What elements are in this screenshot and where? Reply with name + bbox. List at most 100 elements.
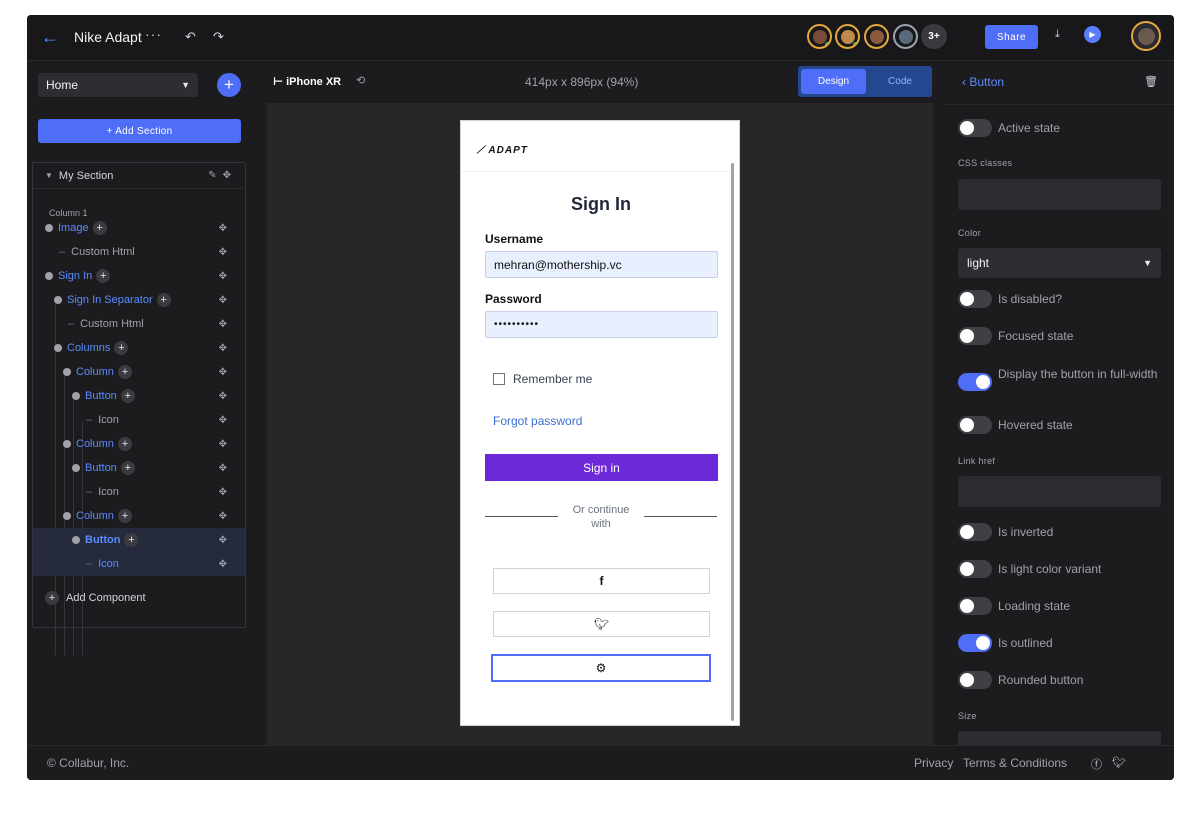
collaborator-count-badge[interactable]: 3+ [921,24,947,49]
tree-item-column[interactable]: Column + ✥ [33,504,245,528]
add-child-icon[interactable]: + [124,533,139,547]
hovered-state-toggle[interactable]: Hovered state [958,416,1073,434]
tree-item-sign-in-separator[interactable]: Sign In Separator + ✥ [33,288,245,312]
add-child-icon[interactable]: + [117,365,132,379]
play-icon[interactable]: ▶ [1084,26,1101,43]
tree-item-button-selected[interactable]: Button + ✥ [33,528,245,552]
toggle-switch[interactable] [958,416,992,434]
remember-checkbox[interactable] [493,373,505,385]
tree-item-icon-selected[interactable]: – Icon ✥ [33,552,245,576]
toggle-switch[interactable] [958,597,992,615]
add-section-button[interactable]: + Add Section [38,119,241,143]
add-child-icon[interactable]: + [96,269,111,283]
is-light-toggle[interactable]: Is light color variant [958,560,1101,578]
move-icon[interactable]: ✥ [219,295,227,306]
project-name[interactable]: Nike Adapt [74,29,142,45]
move-icon[interactable]: ✥ [219,439,227,450]
move-icon[interactable]: ✥ [219,559,227,570]
focused-state-toggle[interactable]: Focused state [958,327,1073,345]
remember-me[interactable]: Remember me [493,372,592,386]
user-avatar[interactable] [1131,21,1161,51]
move-icon[interactable]: ✥ [219,511,227,522]
tree-item-icon[interactable]: – Icon ✥ [33,480,245,504]
privacy-link[interactable]: Privacy [914,756,953,770]
tree-item-column[interactable]: Column + ✥ [33,360,245,384]
tree-item-custom-html[interactable]: – Custom Html ✥ [33,312,245,336]
tree-item-custom-html[interactable]: – Custom Html ✥ [33,240,245,264]
add-child-icon[interactable]: + [117,437,132,451]
tree-item-button[interactable]: Button + ✥ [33,384,245,408]
add-child-icon[interactable]: + [92,221,107,235]
tree-item-sign-in[interactable]: Sign In + ✥ [33,264,245,288]
back-to-parent[interactable]: ‹ Button [962,75,1004,89]
username-input[interactable]: mehran@mothership.vc [485,251,718,278]
tree-item-column[interactable]: Column + ✥ [33,432,245,456]
add-child-icon[interactable]: + [117,509,132,523]
active-state-toggle[interactable]: Active state [958,119,1060,137]
rotate-icon[interactable]: ⟲ [356,74,365,87]
edit-move-icons[interactable]: ✎✥ [208,170,237,181]
add-child-icon[interactable]: + [114,341,129,355]
is-inverted-toggle[interactable]: Is inverted [958,523,1053,541]
add-child-icon[interactable]: + [156,293,171,307]
is-disabled-toggle[interactable]: Is disabled? [958,290,1062,308]
forgot-password-link[interactable]: Forgot password [493,414,582,428]
signin-button[interactable]: Sign in [485,454,718,481]
move-icon[interactable]: ✥ [219,535,227,546]
toggle-switch[interactable] [958,119,992,137]
move-icon[interactable]: ✥ [219,223,227,234]
toggle-switch[interactable] [958,373,992,391]
ellipsis-icon[interactable]: ··· [145,26,162,42]
loading-state-toggle[interactable]: Loading state [958,597,1070,615]
link-href-input[interactable] [958,476,1161,507]
toggle-switch[interactable] [958,523,992,541]
tree-item-image[interactable]: Image + ✥ [33,216,245,240]
undo-icon[interactable]: ↶ [185,29,196,45]
trash-icon[interactable]: 🗑︎ [1144,75,1158,88]
move-icon[interactable]: ✥ [219,487,227,498]
facebook-button[interactable]: f [493,568,710,594]
tree-item-columns[interactable]: Columns + ✥ [33,336,245,360]
collaborator-avatar[interactable] [835,24,860,49]
share-button[interactable]: Share [985,25,1038,49]
toggle-switch[interactable] [958,671,992,689]
github-button[interactable]: ⚙︎ [491,654,711,682]
page-select[interactable]: Home ▼ [38,73,198,97]
toggle-switch[interactable] [958,290,992,308]
move-icon[interactable]: ✥ [219,343,227,354]
password-input[interactable]: •••••••••• [485,311,718,338]
move-icon[interactable]: ✥ [219,367,227,378]
size-select[interactable] [958,731,1161,745]
twitter-icon[interactable]: 🐦︎ [1112,756,1126,769]
tree-item-icon[interactable]: – Icon ✥ [33,408,245,432]
caret-down-icon[interactable]: ▼ [45,171,53,180]
color-select[interactable]: light ▼ [958,248,1161,278]
add-child-icon[interactable]: + [120,389,135,403]
move-icon[interactable]: ✥ [219,463,227,474]
move-icon[interactable]: ✥ [219,415,227,426]
full-width-toggle[interactable]: Display the button in full-width [958,365,1158,391]
toggle-switch[interactable] [958,634,992,652]
collaborator-avatar[interactable] [807,24,832,49]
move-icon[interactable]: ✥ [219,319,227,330]
collaborator-avatar[interactable] [893,24,918,49]
terms-link[interactable]: Terms & Conditions [963,756,1067,770]
add-child-icon[interactable]: + [120,461,135,475]
css-classes-input[interactable] [958,179,1161,210]
move-icon[interactable]: ✥ [219,247,227,258]
twitter-button[interactable]: 🐦︎ [493,611,710,637]
tab-design[interactable]: Design [801,69,866,94]
section-header[interactable]: ▼ My Section ✎✥ [33,163,245,189]
is-outlined-toggle[interactable]: Is outlined [958,634,1053,652]
rounded-toggle[interactable]: Rounded button [958,671,1083,689]
move-icon[interactable]: ✥ [219,391,227,402]
collaborator-avatar[interactable] [864,24,889,49]
redo-icon[interactable]: ↷ [213,29,224,45]
facebook-icon[interactable]: ⓕ [1091,756,1102,772]
toggle-switch[interactable] [958,327,992,345]
tree-item-button[interactable]: Button + ✥ [33,456,245,480]
tab-code[interactable]: Code [870,69,930,94]
device-selector[interactable]: ⊢ iPhone XR [273,75,341,88]
toggle-switch[interactable] [958,560,992,578]
add-page-button[interactable]: + [217,73,241,97]
